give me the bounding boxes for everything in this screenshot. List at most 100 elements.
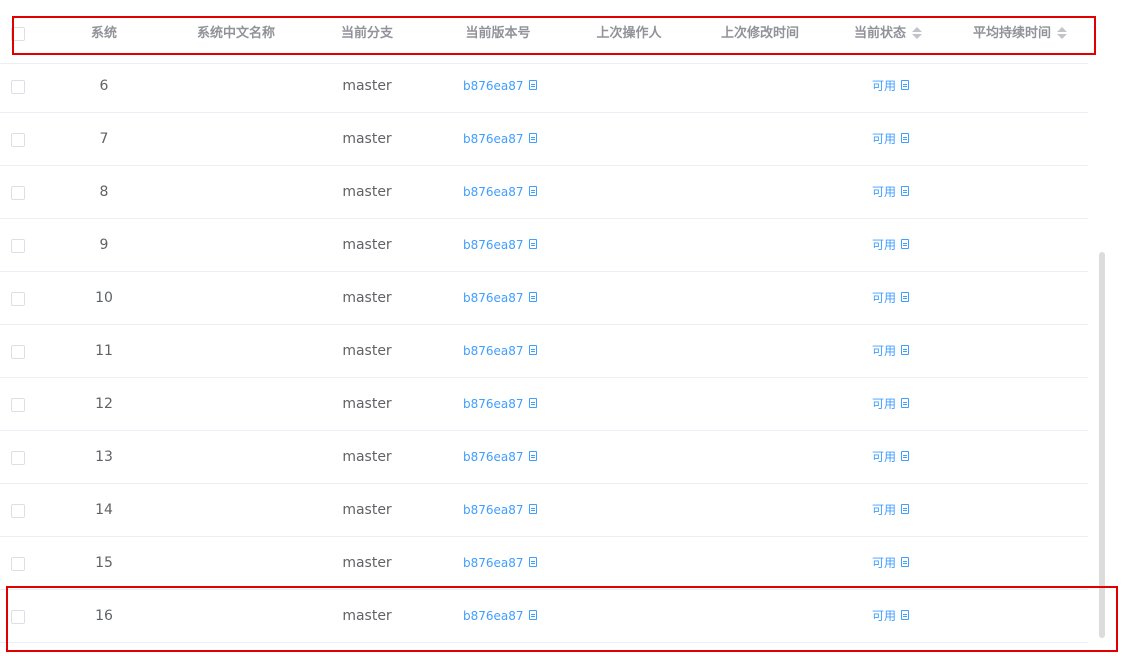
document-icon[interactable]: [528, 504, 537, 514]
document-icon[interactable]: [901, 186, 910, 196]
status-link[interactable]: 可用: [872, 450, 896, 464]
document-icon[interactable]: [901, 133, 910, 143]
row-checkbox[interactable]: [11, 451, 25, 465]
status-link[interactable]: 可用: [872, 291, 896, 305]
cell-status[interactable]: 可用: [872, 113, 910, 165]
cell-status[interactable]: 可用: [872, 272, 910, 324]
cell-cn-name: [176, 325, 296, 377]
cell-last-operator: [574, 113, 684, 165]
cell-version[interactable]: b876ea87: [463, 113, 537, 165]
row-checkbox[interactable]: [11, 398, 25, 412]
cell-status[interactable]: 可用: [872, 537, 910, 589]
status-link[interactable]: 可用: [872, 503, 896, 517]
cell-version[interactable]: b876ea87: [463, 219, 537, 271]
version-link[interactable]: b876ea87: [463, 238, 524, 252]
cell-version[interactable]: b876ea87: [463, 60, 537, 112]
header-highlight-box: [12, 16, 1096, 55]
row-checkbox[interactable]: [11, 292, 25, 306]
row-checkbox[interactable]: [11, 186, 25, 200]
document-icon[interactable]: [901, 239, 910, 249]
document-icon[interactable]: [901, 504, 910, 514]
status-link[interactable]: 可用: [872, 238, 896, 252]
table-row: 6 master b876ea87 可用: [0, 60, 1088, 113]
status-link[interactable]: 可用: [872, 397, 896, 411]
vertical-scrollbar-thumb[interactable]: [1099, 252, 1105, 638]
cell-status[interactable]: 可用: [872, 325, 910, 377]
table-row: 9 master b876ea87 可用: [0, 219, 1088, 272]
cell-last-operator: [574, 378, 684, 430]
status-link[interactable]: 可用: [872, 344, 896, 358]
cell-system: 9: [99, 237, 109, 253]
document-icon[interactable]: [901, 345, 910, 355]
cell-status[interactable]: 可用: [872, 378, 910, 430]
cell-last-modified: [700, 166, 820, 218]
version-link[interactable]: b876ea87: [463, 132, 524, 146]
document-icon[interactable]: [528, 398, 537, 408]
cell-status[interactable]: 可用: [872, 166, 910, 218]
cell-branch: master: [342, 78, 392, 94]
cell-version[interactable]: b876ea87: [463, 431, 537, 483]
document-icon[interactable]: [528, 133, 537, 143]
cell-version[interactable]: b876ea87: [463, 166, 537, 218]
cell-version[interactable]: b876ea87: [463, 272, 537, 324]
version-link[interactable]: b876ea87: [463, 79, 524, 93]
cell-branch: master: [342, 290, 392, 306]
cell-avg-duration: [955, 378, 1085, 430]
table-row: 11 master b876ea87 可用: [0, 325, 1088, 378]
row-checkbox[interactable]: [11, 80, 25, 94]
cell-system: 7: [99, 131, 109, 147]
cell-status[interactable]: 可用: [872, 431, 910, 483]
table-row: 12 master b876ea87 可用: [0, 378, 1088, 431]
document-icon[interactable]: [528, 186, 537, 196]
version-link[interactable]: b876ea87: [463, 556, 524, 570]
document-icon[interactable]: [901, 398, 910, 408]
document-icon[interactable]: [901, 292, 910, 302]
status-link[interactable]: 可用: [872, 556, 896, 570]
row-checkbox[interactable]: [11, 133, 25, 147]
cell-avg-duration: [955, 431, 1085, 483]
cell-last-modified: [700, 219, 820, 271]
status-link[interactable]: 可用: [872, 79, 896, 93]
document-icon[interactable]: [528, 239, 537, 249]
version-link[interactable]: b876ea87: [463, 397, 524, 411]
document-icon[interactable]: [901, 80, 910, 90]
cell-avg-duration: [955, 219, 1085, 271]
cell-branch: master: [342, 502, 392, 518]
row-checkbox[interactable]: [11, 504, 25, 518]
cell-version[interactable]: b876ea87: [463, 378, 537, 430]
cell-cn-name: [176, 60, 296, 112]
cell-last-operator: [574, 325, 684, 377]
version-link[interactable]: b876ea87: [463, 344, 524, 358]
row-checkbox[interactable]: [11, 557, 25, 571]
document-icon[interactable]: [901, 557, 910, 567]
version-link[interactable]: b876ea87: [463, 185, 524, 199]
cell-system: 13: [95, 449, 113, 465]
cell-last-operator: [574, 219, 684, 271]
document-icon[interactable]: [528, 80, 537, 90]
cell-avg-duration: [955, 537, 1085, 589]
cell-cn-name: [176, 537, 296, 589]
cell-status[interactable]: 可用: [872, 484, 910, 536]
cell-version[interactable]: b876ea87: [463, 325, 537, 377]
row-checkbox[interactable]: [11, 345, 25, 359]
cell-version[interactable]: b876ea87: [463, 484, 537, 536]
document-icon[interactable]: [528, 292, 537, 302]
version-link[interactable]: b876ea87: [463, 450, 524, 464]
cell-last-modified: [700, 484, 820, 536]
status-link[interactable]: 可用: [872, 132, 896, 146]
document-icon[interactable]: [528, 557, 537, 567]
version-link[interactable]: b876ea87: [463, 503, 524, 517]
document-icon[interactable]: [528, 345, 537, 355]
cell-last-modified: [700, 431, 820, 483]
document-icon[interactable]: [901, 451, 910, 461]
status-link[interactable]: 可用: [872, 185, 896, 199]
cell-status[interactable]: 可用: [872, 219, 910, 271]
cell-last-operator: [574, 431, 684, 483]
version-link[interactable]: b876ea87: [463, 291, 524, 305]
row-checkbox[interactable]: [11, 239, 25, 253]
cell-status[interactable]: 可用: [872, 60, 910, 112]
cell-last-modified: [700, 537, 820, 589]
cell-version[interactable]: b876ea87: [463, 537, 537, 589]
document-icon[interactable]: [528, 451, 537, 461]
table-row: 13 master b876ea87 可用: [0, 431, 1088, 484]
